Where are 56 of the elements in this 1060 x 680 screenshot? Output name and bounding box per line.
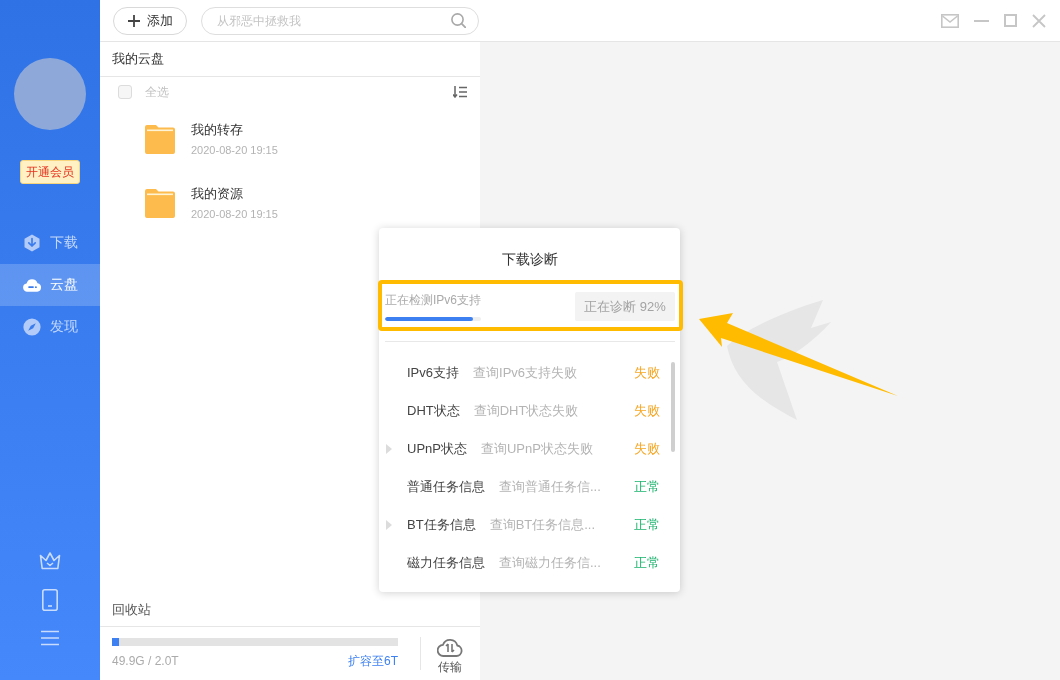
folder-icon[interactable] — [145, 124, 175, 154]
panel-title: 我的云盘 — [100, 42, 480, 77]
check-name: DHT状态 — [407, 402, 460, 420]
phone-icon[interactable] — [42, 589, 58, 611]
cloud-transfer-icon — [437, 637, 463, 657]
check-description: 查询BT任务信息... — [489, 516, 596, 534]
download-icon — [23, 234, 41, 252]
search-icon[interactable] — [451, 12, 466, 28]
progress-status: 正在检测IPv6支持 — [385, 292, 481, 308]
check-description: 查询DHT状态失败 — [473, 402, 579, 420]
scrollbar-thumb[interactable] — [671, 362, 675, 452]
storage-usage: 49.9G / 2.0T — [112, 653, 179, 669]
recycle-bin-item[interactable]: 回收站 — [100, 594, 480, 627]
transfer-button[interactable]: 传输 — [430, 637, 470, 675]
check-description: 查询IPv6支持失败 — [473, 364, 578, 382]
file-name[interactable]: 我的转存 — [191, 121, 243, 138]
check-description: 查询普通任务信... — [499, 478, 601, 496]
crown-icon[interactable] — [39, 551, 61, 570]
caret-icon[interactable] — [386, 444, 392, 454]
file-name[interactable]: 我的资源 — [191, 185, 243, 202]
maximize-icon[interactable] — [1004, 14, 1017, 27]
check-description: 查询磁力任务信... — [499, 554, 601, 572]
check-name: IPv6支持 — [407, 364, 459, 382]
check-name: 磁力任务信息 — [407, 554, 485, 572]
upgrade-link[interactable]: 扩容至6T — [348, 653, 398, 669]
plus-icon — [127, 14, 140, 27]
check-name: UPnP状态 — [407, 440, 467, 458]
close-icon[interactable] — [1032, 13, 1046, 28]
nav-item[interactable]: 下载 — [0, 222, 100, 264]
check-result: 失败 — [634, 364, 660, 382]
sort-icon[interactable] — [453, 86, 467, 98]
minimize-icon[interactable] — [974, 19, 989, 22]
menu-icon[interactable] — [41, 630, 59, 646]
caret-icon[interactable] — [386, 520, 392, 530]
compass-icon — [23, 318, 41, 336]
check-description: 查询UPnP状态失败 — [480, 440, 593, 458]
folder-icon[interactable] — [145, 188, 175, 218]
cloud-icon — [22, 278, 42, 292]
dialog-title: 下载诊断 — [501, 250, 558, 268]
add-button[interactable]: 添加 — [113, 6, 187, 35]
check-result: 正常 — [634, 478, 660, 496]
membership-button[interactable]: 开通会员 — [20, 160, 80, 184]
select-all-checkbox[interactable] — [118, 85, 132, 99]
nav-item[interactable]: 发现 — [0, 306, 100, 348]
check-name: BT任务信息 — [407, 516, 476, 534]
check-result: 正常 — [634, 554, 660, 572]
mail-icon[interactable] — [941, 13, 959, 28]
select-all-label: 全选 — [145, 83, 169, 101]
file-date: 2020-08-20 19:15 — [191, 207, 278, 221]
check-result: 正常 — [634, 516, 660, 534]
check-result: 失败 — [634, 402, 660, 420]
search-field[interactable]: 从邪恶中拯救我 — [201, 6, 479, 35]
file-date: 2020-08-20 19:15 — [191, 143, 278, 157]
check-name: 普通任务信息 — [407, 478, 485, 496]
nav-item[interactable]: 云盘 — [0, 264, 100, 306]
check-result: 失败 — [634, 440, 660, 458]
